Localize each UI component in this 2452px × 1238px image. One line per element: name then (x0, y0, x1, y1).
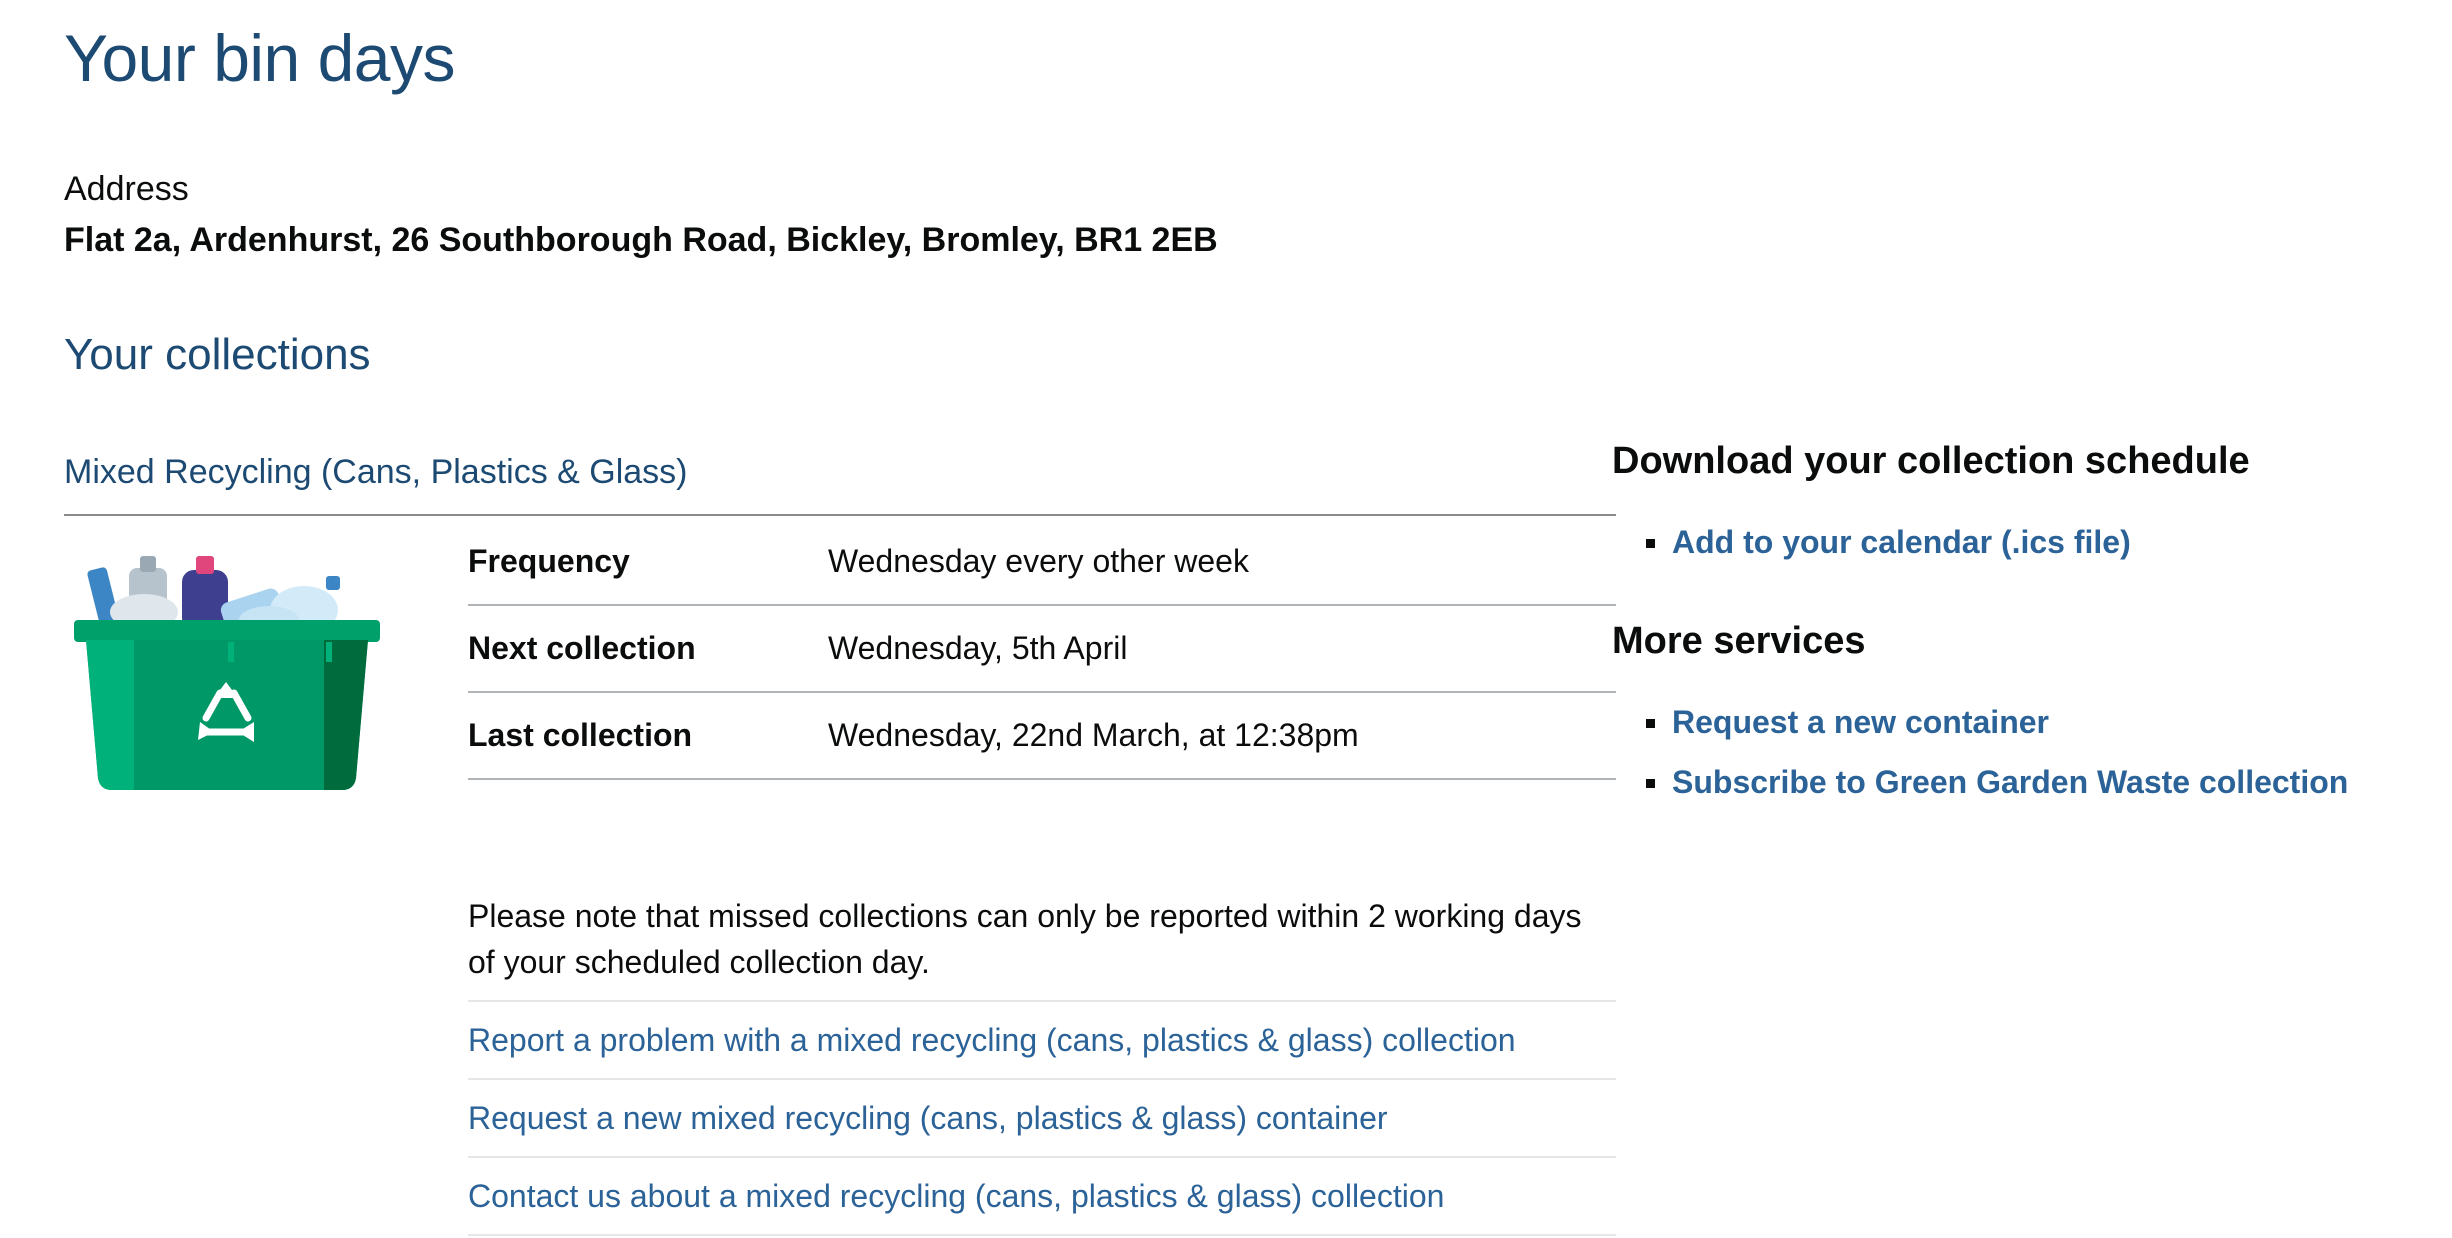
report-problem-link[interactable]: Report a problem with a mixed recycling … (468, 1022, 1516, 1059)
list-item: Report a problem with a mixed recycling … (468, 1000, 1616, 1078)
address-label: Address (64, 170, 189, 208)
list-item: Request a new mixed recycling (cans, pla… (468, 1078, 1616, 1156)
row-value: Wednesday every other week (828, 542, 1249, 579)
row-label: Frequency (468, 542, 630, 579)
more-services-list: Request a new container Subscribe to Gre… (1612, 692, 2372, 812)
page: Your bin days Address Flat 2a, Ardenhurs… (64, 0, 2424, 1238)
bullet-icon (1646, 719, 1655, 728)
request-new-container-link[interactable]: Request a new container (1672, 704, 2049, 741)
table-row: Next collection Wednesday, 5th April (468, 605, 1616, 692)
missed-collection-note: Please note that missed collections can … (468, 898, 1582, 980)
collection-details-table: Frequency Wednesday every other week Nex… (468, 518, 1616, 780)
service-actions-list: Report a problem with a mixed recycling … (468, 1000, 1616, 1236)
list-item: Request a new container (1612, 692, 2372, 752)
row-label: Next collection (468, 630, 696, 666)
address-value: Flat 2a, Ardenhurst, 26 Southborough Roa… (64, 221, 1218, 259)
row-value: Wednesday, 5th April (828, 630, 1128, 666)
download-schedule-heading: Download your collection schedule (1612, 440, 2250, 482)
service-divider (64, 514, 1616, 516)
list-item: Add to your calendar (.ics file) (1612, 512, 2372, 572)
more-services-heading: More services (1612, 620, 1866, 662)
subscribe-garden-waste-link[interactable]: Subscribe to Green Garden Waste collecti… (1672, 764, 2348, 801)
request-container-link[interactable]: Request a new mixed recycling (cans, pla… (468, 1100, 1388, 1137)
service-title: Mixed Recycling (Cans, Plastics & Glass) (64, 453, 688, 491)
page-title: Your bin days (64, 21, 456, 95)
contact-us-link[interactable]: Contact us about a mixed recycling (cans… (468, 1178, 1444, 1215)
collections-heading: Your collections (64, 330, 371, 379)
recycling-box-icon (74, 556, 380, 790)
row-value: Wednesday, 22nd March, at 12:38pm (828, 717, 1359, 753)
row-label: Last collection (468, 717, 693, 753)
download-links-list: Add to your calendar (.ics file) (1612, 512, 2372, 572)
bullet-icon (1646, 779, 1655, 788)
table-row: Frequency Wednesday every other week (468, 518, 1616, 605)
list-item: Contact us about a mixed recycling (cans… (468, 1156, 1616, 1236)
bullet-icon (1646, 539, 1655, 548)
list-item: Subscribe to Green Garden Waste collecti… (1612, 752, 2372, 812)
table-row: Last collection Wednesday, 22nd March, a… (468, 692, 1616, 779)
add-to-calendar-link[interactable]: Add to your calendar (.ics file) (1672, 524, 2131, 561)
